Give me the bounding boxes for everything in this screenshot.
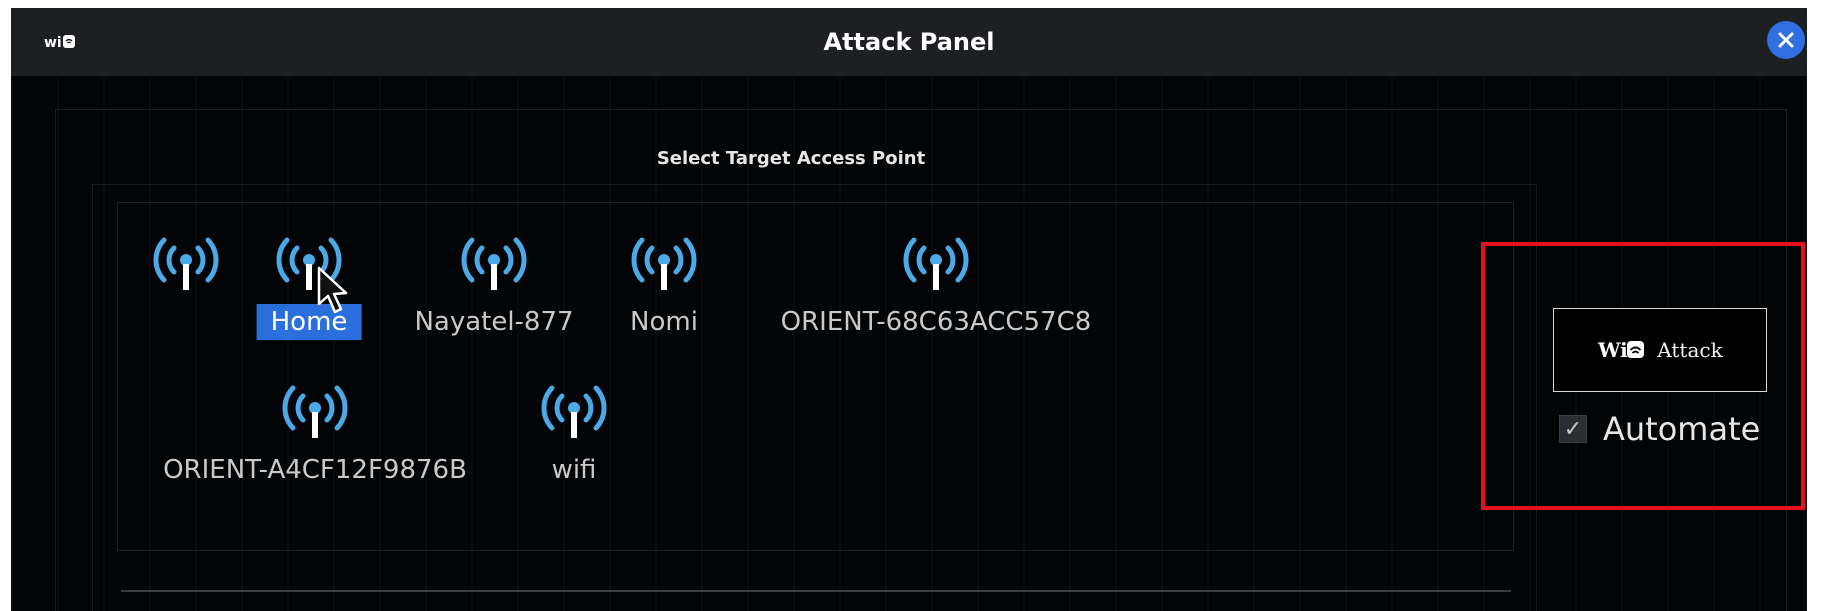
access-point-label: Nayatel-877 bbox=[414, 307, 574, 337]
svg-text:Wi: Wi bbox=[1597, 338, 1628, 362]
access-point-item[interactable]: ORIENT-A4CF12F9876B bbox=[163, 382, 467, 492]
wifi-signal-icon bbox=[461, 237, 527, 290]
title-bar: wi Attack Panel bbox=[11, 8, 1807, 76]
checkbox-check-icon[interactable]: ✓ bbox=[1559, 415, 1587, 443]
access-point-item[interactable]: Nayatel-877 bbox=[414, 234, 574, 344]
access-point-item[interactable]: ORIENT-68C63ACC57C8 bbox=[781, 234, 1091, 344]
access-point-label: ORIENT-68C63ACC57C8 bbox=[780, 307, 1092, 337]
access-point-label: ORIENT-A4CF12F9876B bbox=[163, 455, 467, 485]
access-point-label: Nomi bbox=[630, 307, 698, 337]
access-point-item[interactable]: wifi bbox=[504, 382, 644, 492]
access-point-item[interactable]: Nomi bbox=[594, 234, 734, 344]
wifi-signal-icon bbox=[631, 237, 697, 290]
access-point-item[interactable]: Home bbox=[239, 234, 379, 344]
attack-button-label: Attack bbox=[1657, 338, 1723, 362]
access-point-item[interactable] bbox=[116, 234, 256, 344]
close-button[interactable] bbox=[1767, 21, 1805, 59]
automate-checkbox[interactable]: ✓ Automate bbox=[1559, 410, 1760, 448]
wifi-signal-icon bbox=[541, 385, 607, 438]
wifi-signal-icon bbox=[903, 237, 969, 290]
wifi-logo-icon: Wi bbox=[1597, 338, 1645, 362]
section-title: Select Target Access Point bbox=[656, 148, 926, 169]
divider bbox=[121, 590, 1511, 592]
window-title: Attack Panel bbox=[823, 28, 995, 56]
mouse-cursor-icon bbox=[317, 266, 348, 314]
automate-label: Automate bbox=[1603, 410, 1761, 448]
attack-button[interactable]: Wi Attack bbox=[1553, 308, 1767, 392]
close-icon bbox=[1778, 32, 1794, 48]
access-point-label: wifi bbox=[551, 455, 597, 485]
attack-panel-window: wi Attack Panel Select Target Access Poi… bbox=[11, 8, 1807, 611]
wifi-signal-icon bbox=[282, 385, 348, 438]
wifi-signal-icon bbox=[153, 237, 219, 290]
